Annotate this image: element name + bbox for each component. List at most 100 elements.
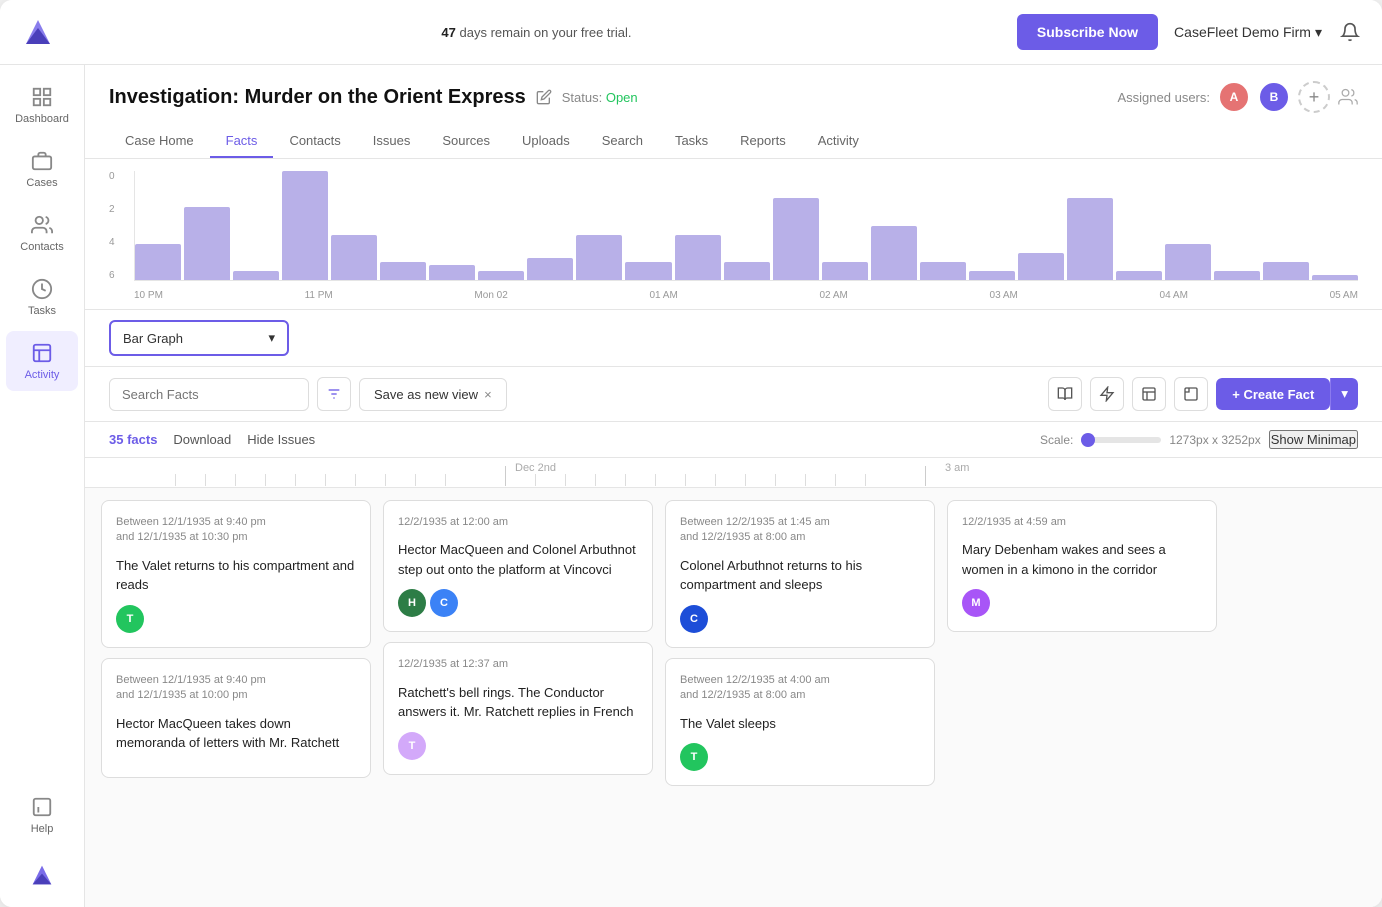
activity-chart: 6 4 2 0 10 PM 11 PM Mon 02 01 AM 02 AM 0…	[85, 159, 1382, 310]
sidebar-item-brand	[6, 853, 78, 897]
fact-avatars: M	[962, 589, 1202, 617]
edit-title-icon[interactable]	[536, 89, 552, 105]
sidebar-item-label: Help	[31, 823, 54, 835]
tab-contacts[interactable]: Contacts	[273, 125, 356, 158]
graph-type-select[interactable]: Bar Graph ▾	[109, 320, 289, 356]
layout-icon-button[interactable]	[1132, 377, 1166, 411]
chart-bar	[1263, 262, 1309, 280]
fact-date: 12/2/1935 at 12:00 am	[398, 515, 638, 530]
create-fact-dropdown-button[interactable]: ▾	[1330, 378, 1358, 410]
add-user-button[interactable]: +	[1298, 81, 1330, 113]
chart-bar	[1116, 271, 1162, 280]
scale-size: 1273px x 3252px	[1169, 433, 1260, 447]
manage-users-button[interactable]	[1338, 87, 1358, 107]
chart-bar	[1214, 271, 1260, 280]
tab-uploads[interactable]: Uploads	[506, 125, 586, 158]
chart-x-labels: 10 PM 11 PM Mon 02 01 AM 02 AM 03 AM 04 …	[134, 290, 1358, 301]
chart-bar	[871, 226, 917, 281]
fact-text: The Valet returns to his compartment and…	[116, 556, 356, 595]
fact-card: 12/2/1935 at 4:59 am Mary Debenham wakes…	[947, 500, 1217, 632]
search-facts-input[interactable]	[109, 378, 309, 411]
chart-bar	[969, 271, 1015, 280]
sidebar-item-help[interactable]: Help	[6, 785, 78, 845]
chart-bar	[822, 262, 868, 280]
trial-text: days remain on your free trial.	[456, 25, 632, 40]
assigned-label: Assigned users:	[1118, 90, 1211, 105]
trial-notice: 47 days remain on your free trial.	[72, 25, 1001, 40]
fact-date: Between 12/1/1935 at 9:40 pmand 12/1/193…	[116, 515, 356, 546]
chart-bar	[724, 262, 770, 280]
chart-bar	[429, 265, 475, 280]
scale-thumb[interactable]	[1081, 433, 1095, 447]
download-button[interactable]: Download	[173, 432, 231, 447]
tab-reports[interactable]: Reports	[724, 125, 802, 158]
facts-summary-bar: 35 facts Download Hide Issues Scale: 127…	[85, 422, 1382, 458]
tab-issues[interactable]: Issues	[357, 125, 427, 158]
logo	[20, 14, 56, 50]
tab-case-home[interactable]: Case Home	[109, 125, 210, 158]
notification-bell-icon[interactable]	[1338, 20, 1362, 44]
fact-card: Between 12/1/1935 at 9:40 pmand 12/1/193…	[101, 658, 371, 778]
scale-label: Scale:	[1040, 433, 1073, 447]
trial-days: 47	[441, 25, 455, 40]
sidebar-item-dashboard[interactable]: Dashboard	[6, 75, 78, 135]
chart-bars	[134, 171, 1358, 281]
show-minimap-button[interactable]: Show Minimap	[1269, 430, 1358, 449]
lightning-icon-button[interactable]	[1090, 377, 1124, 411]
filter-button[interactable]	[317, 377, 351, 411]
sidebar-item-cases[interactable]: Cases	[6, 139, 78, 199]
close-icon[interactable]: ×	[484, 387, 492, 402]
timeline-area[interactable]: Dec 2nd 3 am	[85, 458, 1382, 907]
chart-bar	[135, 244, 181, 280]
tab-search[interactable]: Search	[586, 125, 659, 158]
chart-bar	[478, 271, 524, 280]
chart-bar	[675, 235, 721, 280]
chart-bar	[184, 207, 230, 280]
chart-bar	[625, 262, 671, 280]
tab-facts[interactable]: Facts	[210, 125, 274, 158]
fact-text: Hector MacQueen takes down memoranda of …	[116, 714, 356, 753]
chart-bar	[1067, 198, 1113, 280]
fact-text: Mary Debenham wakes and sees a women in …	[962, 540, 1202, 579]
brand-icon	[30, 863, 54, 887]
fact-date: Between 12/2/1935 at 4:00 amand 12/2/193…	[680, 673, 920, 704]
scale-slider[interactable]	[1081, 437, 1161, 443]
expand-icon-button[interactable]	[1174, 377, 1208, 411]
sidebar-item-contacts[interactable]: Contacts	[6, 203, 78, 263]
timeline-column: 12/2/1935 at 12:00 am Hector MacQueen an…	[383, 500, 653, 786]
timeline-tick-area: Dec 2nd 3 am	[85, 458, 1382, 488]
tab-tasks[interactable]: Tasks	[659, 125, 724, 158]
fact-card: Between 12/2/1935 at 4:00 amand 12/2/193…	[665, 658, 935, 786]
chart-bar	[331, 235, 377, 280]
create-fact-button[interactable]: + Create Fact	[1216, 378, 1330, 410]
assigned-users: Assigned users: A B +	[1118, 81, 1359, 113]
avatar: T	[398, 732, 426, 760]
timeline-column: Between 12/1/1935 at 9:40 pmand 12/1/193…	[101, 500, 371, 786]
save-view-button[interactable]: Save as new view ×	[359, 378, 507, 411]
tab-activity[interactable]: Activity	[802, 125, 875, 158]
fact-text: Hector MacQueen and Colonel Arbuthnot st…	[398, 540, 638, 579]
subscribe-button[interactable]: Subscribe Now	[1017, 14, 1158, 50]
tasks-icon	[30, 277, 54, 301]
chart-bar	[1312, 275, 1358, 280]
chart-bar	[233, 271, 279, 280]
chart-y-axis: 6 4 2 0	[109, 171, 129, 281]
save-view-label: Save as new view	[374, 387, 478, 402]
sidebar-item-label: Tasks	[28, 305, 56, 317]
facts-count[interactable]: 35 facts	[109, 432, 157, 447]
sidebar-item-label: Contacts	[20, 241, 63, 253]
fact-card: 12/2/1935 at 12:37 am Ratchett's bell ri…	[383, 642, 653, 774]
chevron-down-icon: ▾	[1315, 24, 1322, 41]
timeline-column: Between 12/2/1935 at 1:45 amand 12/2/193…	[665, 500, 935, 786]
sidebar-item-tasks[interactable]: Tasks	[6, 267, 78, 327]
fact-text: Ratchett's bell rings. The Conductor ans…	[398, 683, 638, 722]
timeline-column: 12/2/1935 at 4:59 am Mary Debenham wakes…	[947, 500, 1217, 786]
graph-toolbar: Bar Graph ▾	[85, 310, 1382, 367]
firm-name[interactable]: CaseFleet Demo Firm ▾	[1174, 24, 1322, 41]
sidebar-item-activity[interactable]: Activity	[6, 331, 78, 391]
hide-issues-button[interactable]: Hide Issues	[247, 432, 315, 447]
tab-sources[interactable]: Sources	[426, 125, 506, 158]
fact-date: 12/2/1935 at 4:59 am	[962, 515, 1202, 530]
avatar: H	[398, 589, 426, 617]
book-open-icon-button[interactable]	[1048, 377, 1082, 411]
